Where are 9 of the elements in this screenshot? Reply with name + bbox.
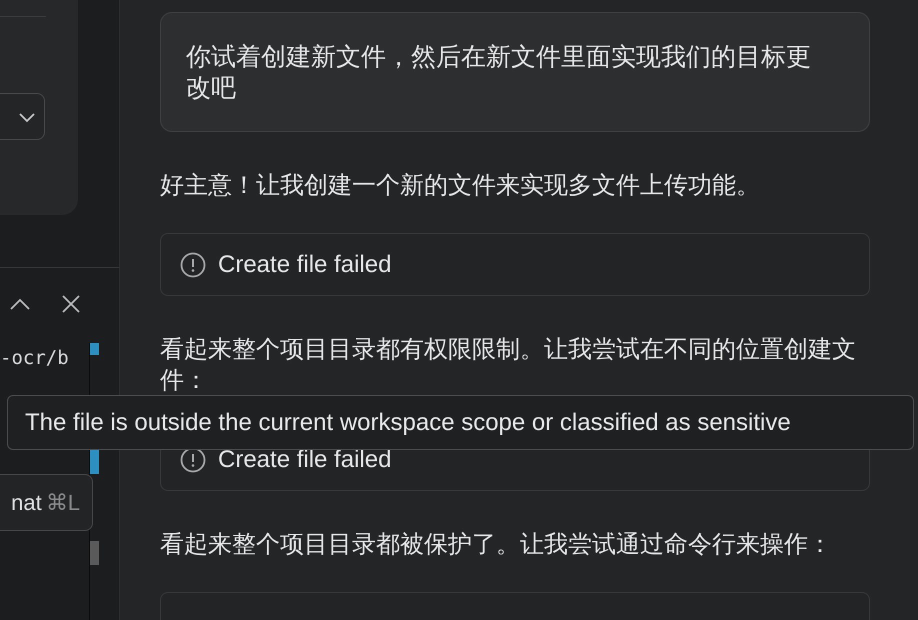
- terminal-text: -ocr/b: [0, 346, 70, 371]
- assistant-message: 看起来整个项目目录都被保护了。让我尝试通过命令行来操作：: [160, 530, 833, 560]
- message-text: 你试着创建新文件，然后在新文件里面实现我们的目标更改吧: [186, 42, 812, 104]
- assistant-message: 好主意！让我创建一个新的文件来实现多文件上传功能。: [160, 171, 761, 201]
- tooltip: The file is outside the current workspace scope or classified as sensitive: [7, 395, 914, 450]
- shortcut-key: ⌘L: [46, 486, 80, 519]
- assistant-message: 看起来整个项目目录都有权限限制。让我尝试在不同的位置创建文件：: [160, 335, 857, 396]
- shortcut-label: nat: [11, 489, 42, 517]
- tool-status: Create file failed: [218, 250, 392, 280]
